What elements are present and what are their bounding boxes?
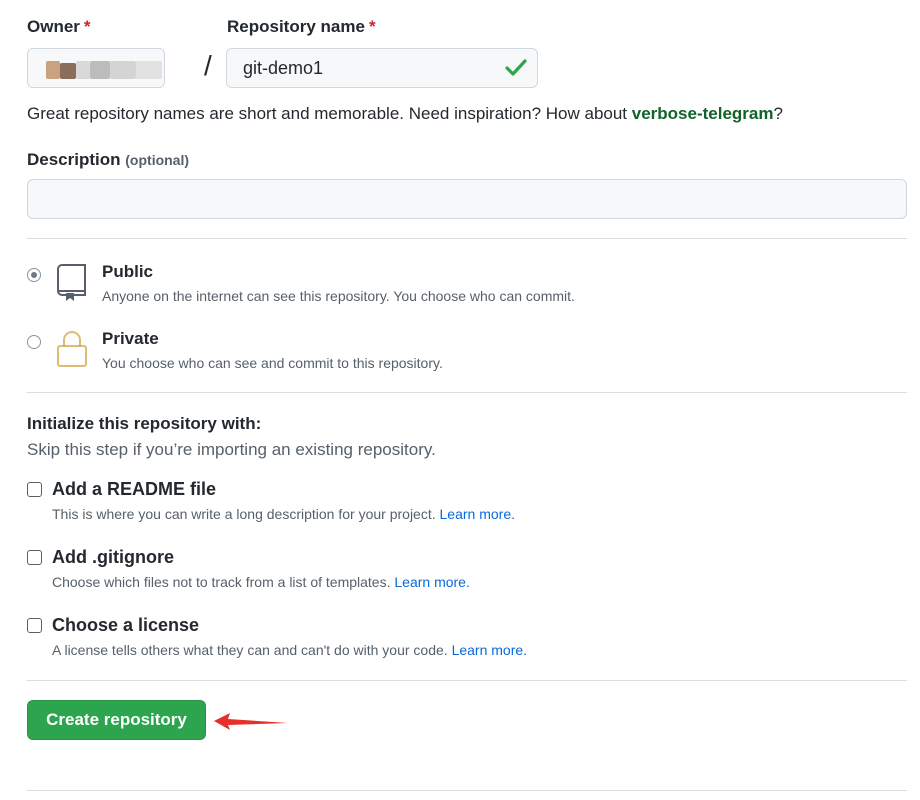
- owner-name-redacted: [90, 61, 110, 79]
- owner-name-redacted: [76, 61, 90, 79]
- owner-avatar-shade: [60, 63, 76, 79]
- readme-description-text: This is where you can write a long descr…: [52, 506, 436, 522]
- private-radio[interactable]: [27, 335, 41, 349]
- public-description: Anyone on the internet can see this repo…: [102, 288, 575, 304]
- repo-name-input[interactable]: git-demo1: [226, 48, 538, 88]
- owner-label-text: Owner: [27, 17, 80, 36]
- repo-name-label: Repository name *: [227, 17, 376, 37]
- public-title: Public: [102, 262, 154, 281]
- owner-select[interactable]: [27, 48, 165, 88]
- gitignore-description-text: Choose which files not to track from a l…: [52, 574, 391, 590]
- license-learn-more-link[interactable]: Learn more.: [452, 642, 527, 658]
- optional-note: (optional): [125, 152, 190, 168]
- readme-checkbox[interactable]: [27, 482, 42, 497]
- gitignore-label[interactable]: Add .gitignore: [52, 547, 174, 568]
- readme-label[interactable]: Add a README file: [52, 479, 216, 500]
- owner-required-mark: *: [83, 17, 91, 36]
- license-description: A license tells others what they can and…: [52, 642, 527, 658]
- owner-repo-separator: /: [204, 50, 212, 81]
- description-label-text: Description: [27, 150, 121, 169]
- public-radio[interactable]: [27, 268, 41, 282]
- annotation-arrow-icon: [214, 713, 288, 730]
- repo-icon: [57, 264, 86, 301]
- repo-name-label-text: Repository name: [227, 17, 365, 36]
- repo-name-required-mark: *: [368, 17, 376, 36]
- gitignore-learn-more-link[interactable]: Learn more.: [394, 574, 469, 590]
- divider: [27, 680, 907, 681]
- divider: [27, 392, 907, 393]
- init-section-subtitle: Skip this step if you’re importing an ex…: [27, 440, 436, 459]
- owner-name-redacted: [110, 61, 136, 79]
- readme-description: This is where you can write a long descr…: [52, 506, 515, 522]
- description-label: Description (optional): [27, 150, 189, 170]
- owner-label: Owner *: [27, 17, 91, 37]
- name-suggestion-link[interactable]: verbose-telegram: [632, 104, 774, 123]
- divider: [27, 238, 907, 239]
- license-description-text: A license tells others what they can and…: [52, 642, 448, 658]
- hint-suffix: ?: [773, 104, 783, 123]
- create-repository-button[interactable]: Create repository: [27, 700, 206, 740]
- lock-icon: [57, 331, 87, 367]
- private-description: You choose who can see and commit to thi…: [102, 355, 443, 371]
- divider: [27, 790, 907, 791]
- readme-learn-more-link[interactable]: Learn more.: [440, 506, 515, 522]
- gitignore-checkbox[interactable]: [27, 550, 42, 565]
- repo-name-hint: Great repository names are short and mem…: [27, 104, 783, 124]
- gitignore-description: Choose which files not to track from a l…: [52, 574, 470, 590]
- hint-text: Great repository names are short and mem…: [27, 104, 632, 123]
- check-icon: [505, 59, 527, 76]
- license-label[interactable]: Choose a license: [52, 615, 199, 636]
- private-title: Private: [102, 329, 159, 348]
- owner-avatar: [46, 61, 60, 79]
- description-input[interactable]: [27, 179, 907, 219]
- init-section-title: Initialize this repository with:: [27, 414, 262, 433]
- owner-name-redacted: [136, 61, 162, 79]
- new-repository-form: Owner * / Repository name * git-demo1 Grea…: [0, 0, 920, 800]
- license-checkbox[interactable]: [27, 618, 42, 633]
